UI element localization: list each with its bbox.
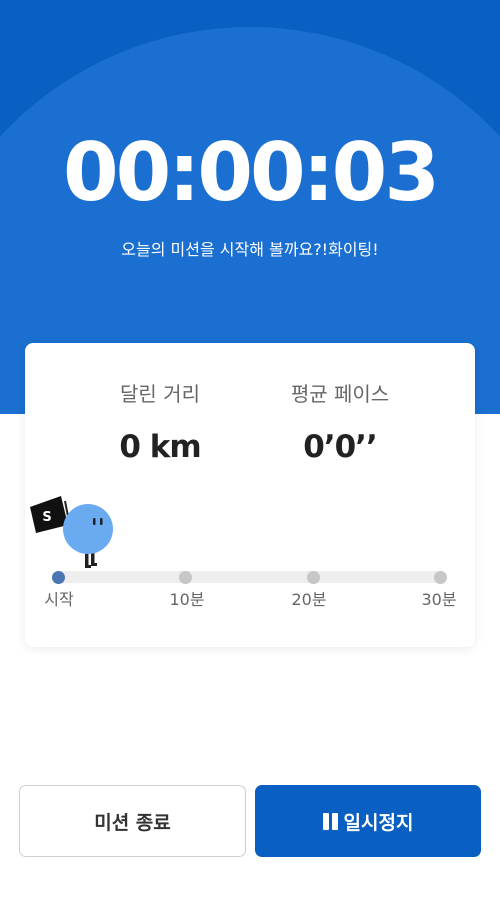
flag-letter: S bbox=[42, 510, 51, 525]
progress-tick-20: 20분 bbox=[291, 590, 327, 609]
elapsed-timer: 00:00:03 bbox=[63, 126, 440, 219]
end-mission-button[interactable]: 미션 종료 bbox=[19, 785, 246, 857]
mascot-with-flag-icon: S bbox=[30, 496, 113, 568]
progress-track bbox=[52, 571, 447, 583]
run-stats-card: 달린 거리 0 km 평균 페이스 0’0’’ S 시작 10분 20분 30분 bbox=[25, 343, 475, 647]
progress-tick-10: 10분 bbox=[169, 590, 205, 609]
pace-stat: 평균 페이스 0’0’’ bbox=[240, 379, 440, 467]
pace-label: 평균 페이스 bbox=[290, 382, 390, 406]
end-mission-label: 미션 종료 bbox=[94, 811, 171, 834]
pause-icon bbox=[322, 812, 338, 830]
pause-label: 일시정지 bbox=[343, 811, 414, 834]
distance-stat: 달린 거리 0 km bbox=[60, 379, 260, 467]
encouragement-message: 오늘의 미션을 시작해 볼까요?!화이팅! bbox=[121, 240, 379, 259]
progress-dot-start bbox=[52, 571, 65, 584]
progress-tick-start: 시작 bbox=[44, 590, 74, 609]
progress-dot-20 bbox=[307, 571, 320, 584]
progress-dot-30 bbox=[434, 571, 447, 584]
distance-label: 달린 거리 bbox=[120, 382, 200, 406]
progress-tick-30: 30분 bbox=[421, 590, 457, 609]
progress-dot-10 bbox=[179, 571, 192, 584]
pace-value: 0’0’’ bbox=[303, 429, 377, 465]
distance-value: 0 km bbox=[119, 429, 201, 465]
pause-button[interactable]: 일시정지 bbox=[255, 785, 481, 857]
